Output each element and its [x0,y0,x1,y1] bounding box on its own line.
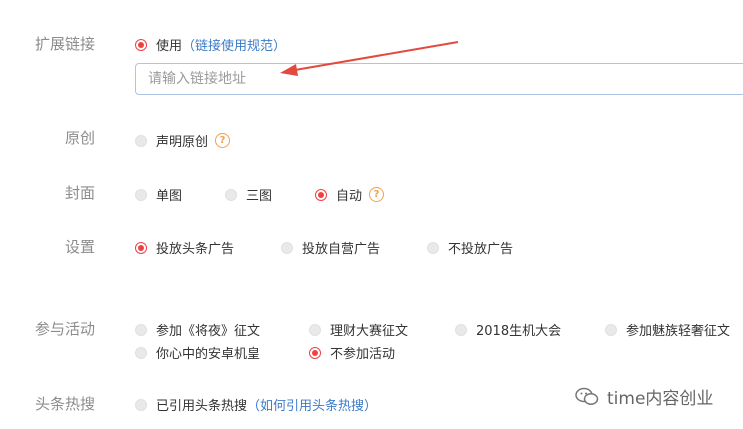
radio-checked-icon [315,188,327,201]
ads-option-self[interactable]: 投放自营广告 [281,238,380,257]
settings-label: 设置 [64,238,95,256]
radio-unchecked-icon [135,188,147,201]
link-usage-rules-link[interactable]: 链接使用规范 [195,35,273,54]
radio-checked-icon [309,346,321,359]
hot-search-radio[interactable]: 已引用头条热搜 （ 如何引用头条热搜 ） [135,395,377,414]
cover-option-label: 自动 [336,189,363,204]
radio-unchecked-icon [281,241,293,254]
hot-search-option-label: 已引用头条热搜 [156,399,248,414]
activity-option-label: 理财大赛征文 [330,324,409,339]
radio-unchecked-icon [427,241,439,254]
use-link-label: 使用 [156,39,183,54]
ads-option-label: 投放自营广告 [302,242,381,257]
ads-option-label: 投放头条广告 [156,242,235,257]
hot-search-label: 头条热搜 [34,395,95,413]
activity-option-label: 参加魅族轻奢征文 [626,324,731,339]
activity-option-label: 2018生机大会 [476,324,562,339]
wechat-icon [575,387,599,405]
cover-option-label: 单图 [156,189,183,204]
link-address-input[interactable] [135,63,743,95]
activity-option-label: 参加《将夜》征文 [156,324,261,339]
activity-option[interactable]: 理财大赛征文 [309,320,408,339]
extended-link-label: 扩展链接 [34,35,95,53]
radio-unchecked-icon [135,398,147,411]
cover-label: 封面 [64,184,95,202]
paren-open: （ [182,39,196,54]
declare-original-radio[interactable]: 声明原创 ? [135,131,231,150]
activity-option[interactable]: 你心中的安卓机皇 [135,343,260,362]
watermark: time内容创业 [575,384,713,409]
use-link-radio[interactable]: 使用 （ 链接使用规范 ） [135,35,286,54]
activity-label: 参与活动 [34,320,95,338]
cover-option-three[interactable]: 三图 [225,185,272,204]
radio-unchecked-icon [455,323,467,336]
cover-option-label: 三图 [246,189,273,204]
radio-checked-icon [135,241,147,254]
activity-option-none[interactable]: 不参加活动 [309,343,395,362]
radio-unchecked-icon [135,323,147,336]
radio-unchecked-icon [605,323,617,336]
radio-checked-icon [135,38,147,51]
paren-open: （ [247,399,261,414]
paren-close: ） [364,399,378,414]
cover-option-single[interactable]: 单图 [135,185,182,204]
activity-option[interactable]: 2018生机大会 [455,320,561,339]
declare-original-label: 声明原创 [156,135,209,150]
paren-close: ） [273,39,287,54]
radio-unchecked-icon [135,134,147,147]
activity-option[interactable]: 参加魅族轻奢征文 [605,320,730,339]
cover-option-auto[interactable]: 自动 ? [315,185,385,204]
how-to-cite-hot-search-link[interactable]: 如何引用头条热搜 [260,395,364,414]
watermark-text: time内容创业 [607,389,714,409]
activity-option[interactable]: 参加《将夜》征文 [135,320,260,339]
radio-unchecked-icon [309,323,321,336]
ads-option-label: 不投放广告 [448,242,514,257]
activity-option-label: 不参加活动 [330,347,396,362]
radio-unchecked-icon [135,346,147,359]
help-icon[interactable]: ? [369,187,385,202]
radio-unchecked-icon [225,188,237,201]
ads-option-toutiao[interactable]: 投放头条广告 [135,238,234,257]
help-icon[interactable]: ? [215,133,231,148]
original-label: 原创 [64,129,95,147]
ads-option-none[interactable]: 不投放广告 [427,238,513,257]
activity-option-label: 你心中的安卓机皇 [156,347,261,362]
